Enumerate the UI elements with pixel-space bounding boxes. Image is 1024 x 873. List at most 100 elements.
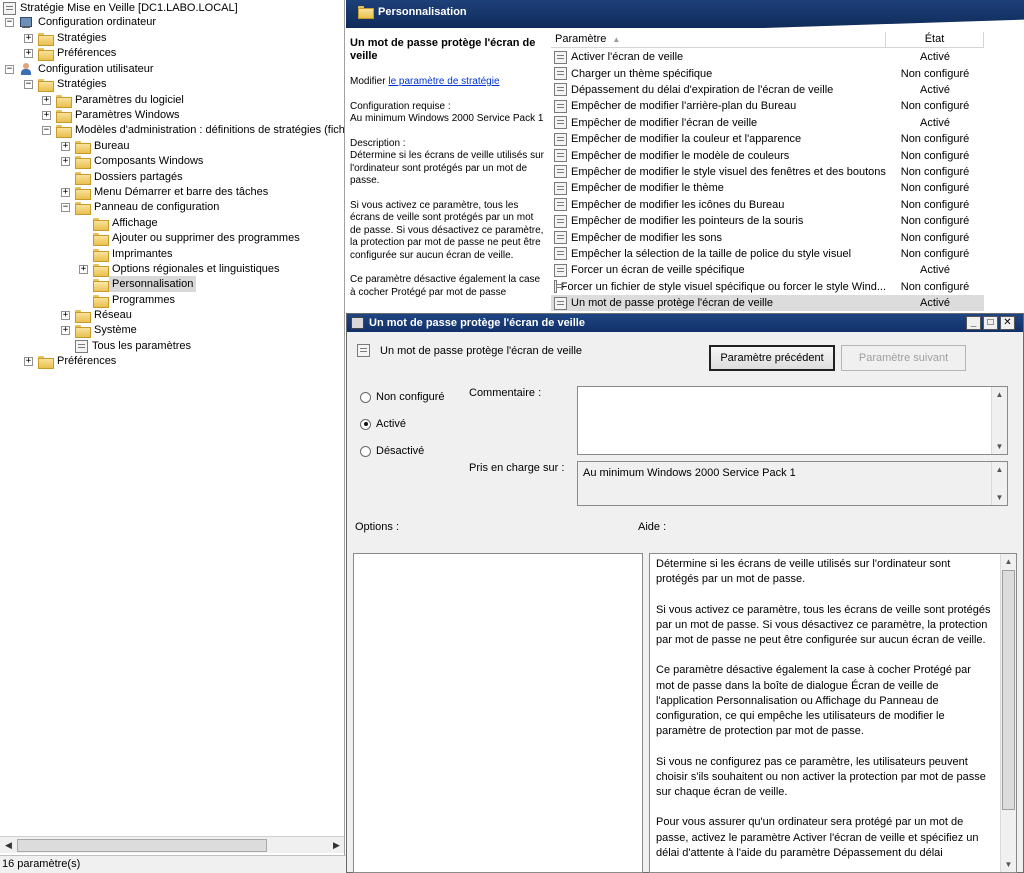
tree-programs[interactable]: Programmes: [79, 292, 175, 308]
tree-computer-config[interactable]: − Configuration ordinateur: [5, 14, 156, 30]
tree-horizontal-scrollbar[interactable]: ◀ ▶: [0, 836, 344, 854]
expand-icon[interactable]: +: [61, 310, 70, 320]
scroll-down-icon[interactable]: ▼: [992, 490, 1007, 505]
tree-personalization[interactable]: Personnalisation: [79, 276, 197, 292]
tree-admin-templates[interactable]: − Modèles d'administration : définitions…: [42, 122, 344, 138]
list-item[interactable]: Forcer un fichier de style visuel spécif…: [551, 279, 984, 295]
list-item[interactable]: Forcer un écran de veille spécifique Acti…: [551, 262, 984, 278]
tree-regional[interactable]: + Options régionales et linguistiques: [79, 261, 280, 277]
expand-icon[interactable]: +: [42, 110, 51, 120]
list-item[interactable]: Empêcher de modifier le thème Non configu…: [551, 180, 984, 196]
tree-label: Dossiers partagés: [94, 171, 183, 183]
scroll-up-icon[interactable]: ▲: [1001, 554, 1016, 569]
dialog-title-bar[interactable]: Un mot de passe protège l'écran de veill…: [347, 314, 1023, 332]
app-icon: [351, 317, 364, 329]
scroll-up-icon[interactable]: ▲: [992, 387, 1007, 402]
scroll-thumb[interactable]: [17, 839, 267, 852]
column-header-state[interactable]: État: [886, 32, 984, 48]
radio-disabled[interactable]: Désactivé: [360, 445, 424, 457]
setting-icon: [554, 263, 567, 277]
list-item[interactable]: Empêcher la sélection de la taille de po…: [551, 246, 984, 262]
list-item[interactable]: Empêcher de modifier l'écran de veille Ac…: [551, 115, 984, 131]
list-item[interactable]: Empêcher de modifier la couleur et l'app…: [551, 131, 984, 147]
tree-computer-strategies[interactable]: + Stratégies: [24, 30, 107, 46]
column-header-param[interactable]: Paramètre ▲: [551, 32, 886, 48]
tree-user-preferences[interactable]: + Préférences: [24, 353, 116, 369]
tree-user-config[interactable]: − Configuration utilisateur: [5, 61, 154, 77]
tree-windows-settings[interactable]: + Paramètres Windows: [42, 107, 180, 123]
setting-name: Empêcher de modifier l'arrière-plan du B…: [571, 100, 797, 113]
list-item[interactable]: Empêcher de modifier les icônes du Burea…: [551, 197, 984, 213]
options-panel: [353, 553, 643, 873]
collapse-icon[interactable]: −: [24, 79, 33, 89]
list-item[interactable]: Empêcher de modifier le modèle de couleu…: [551, 147, 984, 163]
tree-shared-folders[interactable]: Dossiers partagés: [61, 169, 183, 185]
tree-network[interactable]: + Réseau: [61, 307, 132, 323]
tree-system[interactable]: + Système: [61, 322, 137, 338]
scroll-down-icon[interactable]: ▼: [992, 439, 1007, 454]
tree-start-menu[interactable]: + Menu Démarrer et barre des tâches: [61, 184, 268, 200]
setting-name: Dépassement du délai d'expiration de l'é…: [571, 83, 834, 96]
collapse-icon[interactable]: −: [61, 202, 70, 212]
expand-icon[interactable]: +: [79, 264, 88, 274]
expand-icon[interactable]: +: [61, 156, 70, 166]
requirements: Configuration requise : Au minimum Window…: [350, 101, 546, 126]
comment-scrollbar[interactable]: ▲ ▼: [991, 387, 1007, 454]
expand-icon[interactable]: +: [24, 356, 33, 366]
help-paragraph: Si vous ne configurez pas ce paramètre, …: [656, 755, 986, 798]
next-setting-button[interactable]: Paramètre suivant: [841, 345, 966, 371]
close-icon[interactable]: ✕: [1000, 316, 1015, 330]
radio-not-configured[interactable]: Non configuré: [360, 391, 445, 403]
tree-all-settings[interactable]: Tous les paramètres: [61, 338, 191, 354]
expand-icon[interactable]: +: [61, 187, 70, 197]
expand-icon[interactable]: +: [24, 33, 33, 43]
scroll-right-icon[interactable]: ▶: [328, 837, 344, 854]
setting-icon: [554, 198, 567, 212]
minimize-icon[interactable]: _: [966, 316, 981, 330]
collapse-icon[interactable]: −: [5, 17, 14, 27]
tree-add-remove[interactable]: Ajouter ou supprimer des programmes: [79, 230, 300, 246]
setting-state: Non configuré: [900, 67, 970, 80]
setting-name-cell: Empêcher de modifier les icônes du Burea…: [551, 198, 886, 212]
list-item[interactable]: Charger un thème spécifique Non configuré: [551, 65, 984, 81]
scroll-thumb[interactable]: [1002, 570, 1015, 810]
expand-icon[interactable]: +: [24, 48, 33, 58]
tree-label: Réseau: [94, 309, 132, 321]
tree-printers[interactable]: Imprimantes: [79, 246, 173, 262]
collapse-icon[interactable]: −: [42, 125, 51, 135]
setting-icon: [554, 149, 567, 163]
list-item[interactable]: Dépassement du délai d'expiration de l'é…: [551, 82, 984, 98]
tree-display[interactable]: Affichage: [79, 215, 158, 231]
expand-icon[interactable]: +: [61, 325, 70, 335]
list-item[interactable]: Un mot de passe protège l'écran de veill…: [551, 295, 984, 312]
radio-enabled[interactable]: Activé: [360, 418, 406, 430]
tree-user-strategies[interactable]: − Stratégies: [24, 76, 107, 92]
list-item[interactable]: Empêcher de modifier l'arrière-plan du B…: [551, 98, 984, 114]
tree-desktop[interactable]: + Bureau: [61, 138, 129, 154]
folder-icon: [38, 355, 54, 369]
tree-control-panel[interactable]: − Panneau de configuration: [61, 199, 219, 215]
expand-icon[interactable]: +: [61, 141, 70, 151]
tree-label: Bureau: [94, 140, 130, 152]
setting-name-cell: Forcer un fichier de style visuel spécif…: [551, 280, 886, 294]
list-item[interactable]: Empêcher de modifier les pointeurs de la…: [551, 213, 984, 229]
comment-textarea[interactable]: ▲ ▼: [577, 386, 1008, 455]
scroll-left-icon[interactable]: ◀: [0, 837, 17, 854]
maximize-icon[interactable]: □: [983, 316, 998, 330]
scroll-down-icon[interactable]: ▼: [1001, 857, 1016, 872]
collapse-icon[interactable]: −: [5, 64, 14, 74]
list-item[interactable]: Empêcher de modifier le style visuel des…: [551, 164, 984, 180]
supported-scrollbar[interactable]: ▲ ▼: [991, 462, 1007, 505]
setting-name-cell: Empêcher de modifier le modèle de couleu…: [551, 149, 886, 163]
help-scrollbar[interactable]: ▲ ▼: [1000, 554, 1016, 872]
list-item[interactable]: Activer l'écran de veille Activé: [551, 49, 984, 65]
previous-setting-button[interactable]: Paramètre précédent: [709, 345, 835, 371]
scroll-up-icon[interactable]: ▲: [992, 462, 1007, 477]
list-item[interactable]: Empêcher de modifier les sons Non configu…: [551, 229, 984, 245]
tree-windows-components[interactable]: + Composants Windows: [61, 153, 203, 169]
tree-computer-preferences[interactable]: + Préférences: [24, 45, 116, 61]
modify-policy-link[interactable]: le paramètre de stratégie: [388, 76, 499, 87]
expand-icon[interactable]: +: [42, 95, 51, 105]
tree-software-settings[interactable]: + Paramètres du logiciel: [42, 92, 184, 108]
sort-up-icon: ▲: [612, 35, 621, 44]
